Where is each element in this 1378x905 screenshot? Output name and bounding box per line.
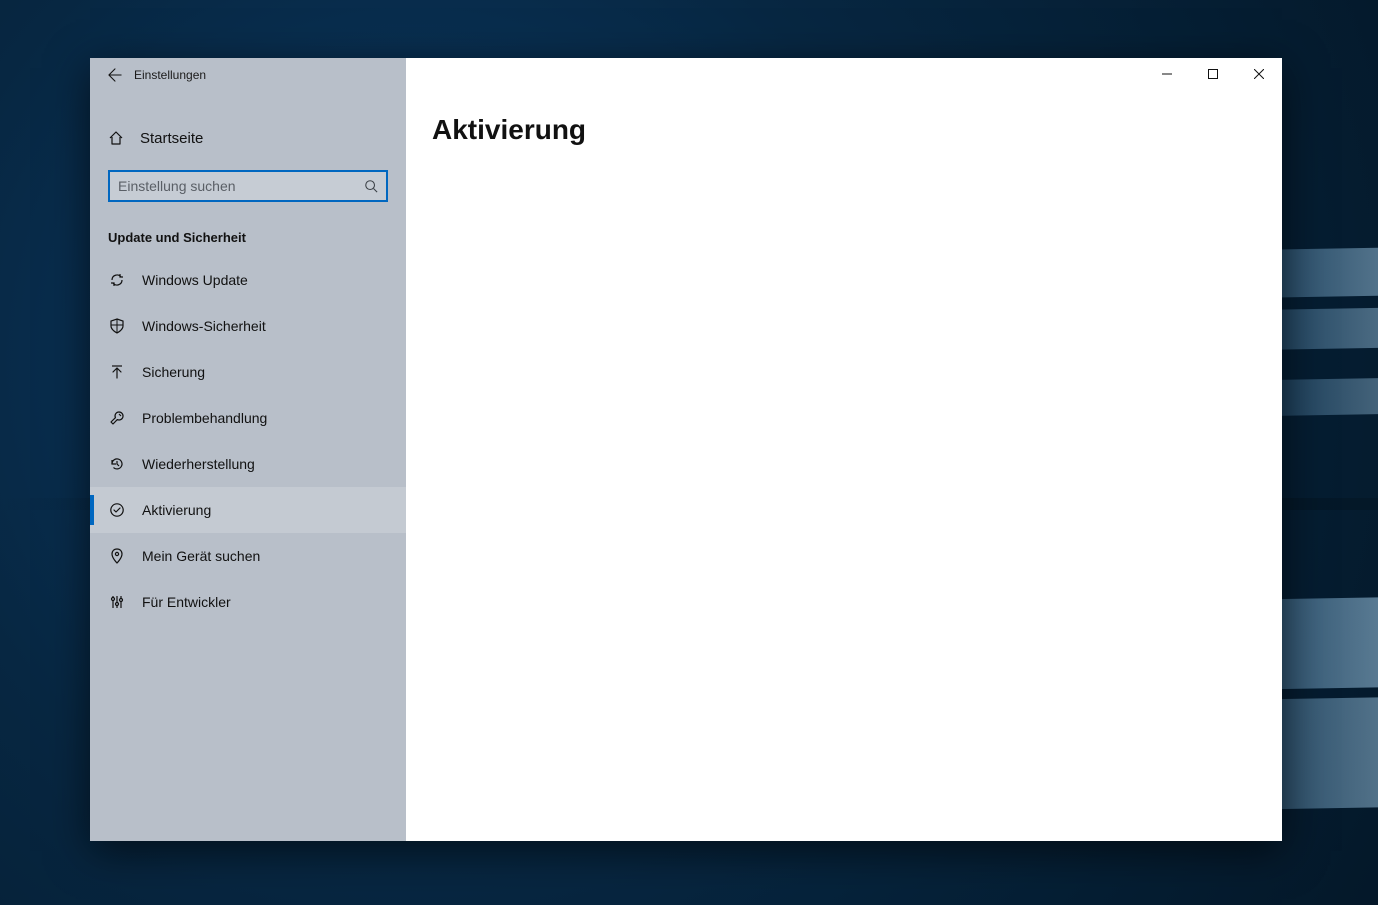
sidebar-item-find-my-device[interactable]: Mein Gerät suchen (90, 533, 406, 579)
settings-window: Einstellungen Startseite Update und Sich… (90, 58, 1282, 841)
search-icon (356, 179, 386, 193)
sidebar-item-windows-security[interactable]: Windows-Sicherheit (90, 303, 406, 349)
maximize-icon (1208, 69, 1218, 79)
sidebar-nav: Windows Update Windows-Sicherheit Sicher… (90, 257, 406, 625)
sidebar-item-label: Mein Gerät suchen (142, 548, 260, 564)
window-controls (1144, 58, 1282, 90)
arrow-left-icon (108, 68, 122, 82)
sidebar: Einstellungen Startseite Update und Sich… (90, 58, 406, 841)
content-area: Aktivierung (406, 58, 1282, 841)
sidebar-item-activation[interactable]: Aktivierung (90, 487, 406, 533)
sidebar-item-backup[interactable]: Sicherung (90, 349, 406, 395)
home-icon (108, 130, 126, 146)
page-title: Aktivierung (432, 114, 586, 146)
sidebar-item-label: Für Entwickler (142, 594, 231, 610)
search-box[interactable] (108, 170, 388, 202)
sidebar-item-troubleshoot[interactable]: Problembehandlung (90, 395, 406, 441)
sync-icon (108, 272, 126, 288)
wrench-icon (108, 410, 126, 426)
sidebar-item-recovery[interactable]: Wiederherstellung (90, 441, 406, 487)
maximize-button[interactable] (1190, 58, 1236, 90)
search-input[interactable] (110, 178, 356, 194)
check-circle-icon (108, 502, 126, 518)
back-button[interactable] (98, 58, 132, 92)
sidebar-item-label: Problembehandlung (142, 410, 267, 426)
search-container (90, 160, 406, 202)
sidebar-item-label: Wiederherstellung (142, 456, 255, 472)
sidebar-home[interactable]: Startseite (90, 116, 406, 160)
close-icon (1254, 69, 1264, 79)
sidebar-item-label: Aktivierung (142, 502, 211, 518)
backup-icon (108, 364, 126, 380)
history-icon (108, 456, 126, 472)
sidebar-section-header: Update und Sicherheit (90, 202, 406, 253)
titlebar: Einstellungen (90, 58, 406, 92)
sidebar-item-windows-update[interactable]: Windows Update (90, 257, 406, 303)
sidebar-item-label: Sicherung (142, 364, 205, 380)
minimize-icon (1162, 69, 1172, 79)
shield-icon (108, 318, 126, 334)
minimize-button[interactable] (1144, 58, 1190, 90)
sidebar-item-label: Windows-Sicherheit (142, 318, 266, 334)
close-button[interactable] (1236, 58, 1282, 90)
sidebar-item-for-developers[interactable]: Für Entwickler (90, 579, 406, 625)
sidebar-home-label: Startseite (140, 130, 203, 147)
sliders-icon (108, 594, 126, 610)
window-title: Einstellungen (134, 68, 206, 82)
sidebar-item-label: Windows Update (142, 272, 248, 288)
location-icon (108, 548, 126, 564)
